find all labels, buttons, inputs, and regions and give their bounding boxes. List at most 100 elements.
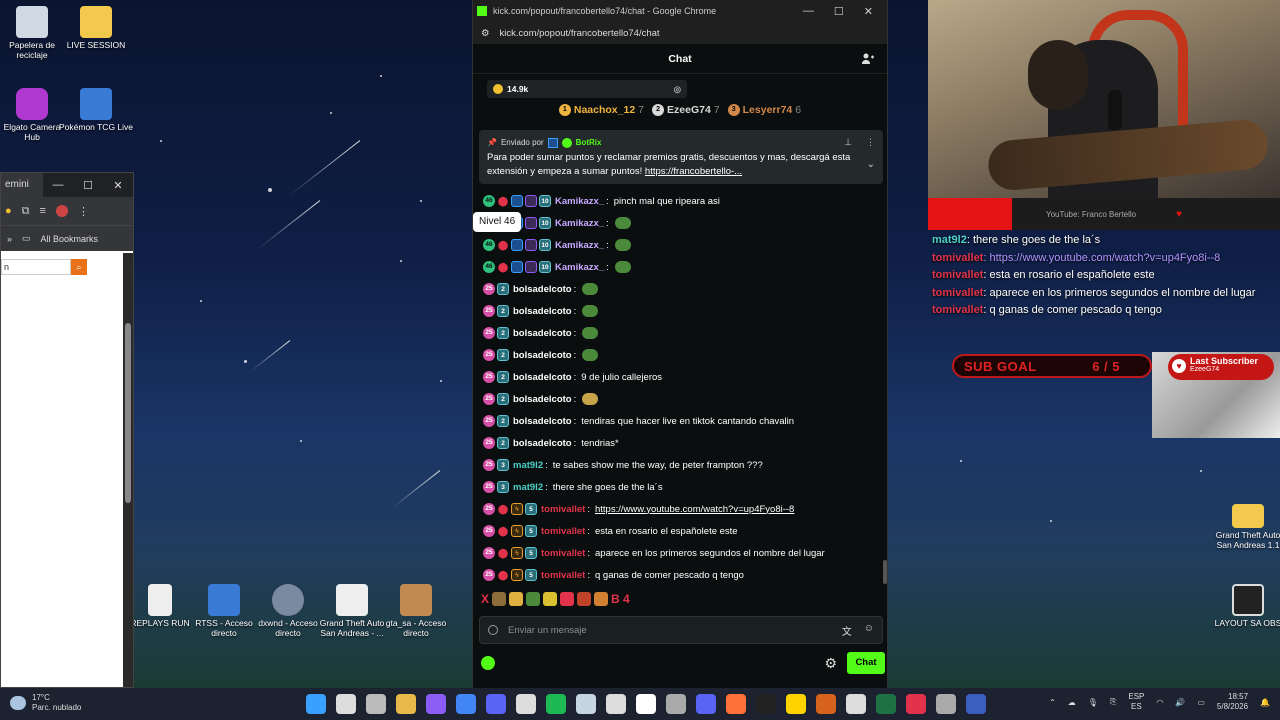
username[interactable]: bolsadelcoto <box>513 328 572 339</box>
all-bookmarks-link[interactable]: All Bookmarks <box>41 234 99 244</box>
taskbar-app-icon[interactable] <box>336 694 356 714</box>
chat-message[interactable]: 25 2 bolsadelcoto: tendrias* <box>483 432 879 454</box>
minimize-button[interactable]: — <box>803 5 814 18</box>
taskbar-app-icon[interactable] <box>396 694 416 714</box>
emote[interactable] <box>594 592 609 606</box>
desktop-icon-layout-obs[interactable]: LAYOUT SA OBS <box>1211 584 1280 629</box>
menu-icon[interactable]: ⋮ <box>78 205 89 218</box>
more-options-icon[interactable]: ⋮ <box>866 136 875 149</box>
username[interactable]: bolsadelcoto <box>513 306 572 317</box>
emote[interactable] <box>614 217 631 229</box>
chat-message[interactable]: 25 2 bolsadelcoto: <box>483 278 879 300</box>
desktop-icon-live-session[interactable]: LIVE SESSION <box>59 6 133 51</box>
chat-message[interactable]: 46 ⬤ 10 Kamikazx_: pinch mal que ripeara asi <box>483 190 879 212</box>
username[interactable]: mat9l2 <box>513 482 543 493</box>
username[interactable]: bolsadelcoto <box>513 284 572 295</box>
emote[interactable] <box>614 239 631 251</box>
wifi-icon[interactable]: ◠ <box>1156 698 1163 707</box>
taskbar-app-icon[interactable] <box>876 694 896 714</box>
taskbar-app-icon[interactable] <box>516 694 536 714</box>
scrollbar-thumb[interactable] <box>125 323 131 503</box>
search-input[interactable]: n <box>1 259 71 275</box>
close-button[interactable]: ✕ <box>864 5 873 18</box>
username[interactable]: Kamikazx_ <box>555 262 604 273</box>
site-info-icon[interactable]: ⚙ <box>481 28 490 39</box>
url-text[interactable]: kick.com/popout/francobertello74/chat <box>500 28 660 39</box>
chevron-down-icon[interactable]: ⌄ <box>867 158 875 173</box>
username[interactable]: bolsadelcoto <box>513 416 572 427</box>
emote[interactable] <box>526 592 541 606</box>
username[interactable]: tomivallet <box>541 504 585 515</box>
username[interactable]: Kamikazx_ <box>555 196 604 207</box>
chevron-right-icon[interactable]: » <box>7 234 12 244</box>
avatar[interactable] <box>55 205 68 217</box>
message-link[interactable]: https://www.youtube.com/watch?v=up4Fyo8i… <box>595 504 794 515</box>
taskbar-app-icon[interactable] <box>696 694 716 714</box>
kick-points-icon[interactable] <box>481 656 495 670</box>
taskbar-app-icon[interactable] <box>756 694 776 714</box>
users-icon[interactable] <box>861 52 875 66</box>
mic-icon[interactable]: 🎙 <box>1088 698 1098 707</box>
level-badge[interactable]: 25 <box>483 327 495 339</box>
cloud-icon[interactable]: ☁ <box>1068 698 1076 707</box>
emote[interactable] <box>582 393 599 405</box>
taskbar-app-icon[interactable] <box>486 694 506 714</box>
desktop-icon-gta-sa[interactable]: Grand Theft Auto San Andreas - ... <box>315 584 389 639</box>
level-badge[interactable]: 25 <box>483 437 495 449</box>
chat-message[interactable]: 25 2 bolsadelcoto: <box>483 388 879 410</box>
emote[interactable] <box>560 592 575 606</box>
taskbar-app-icon[interactable] <box>306 694 326 714</box>
username[interactable]: bolsadelcoto <box>513 372 572 383</box>
taskbar-app-icon[interactable] <box>666 694 686 714</box>
taskbar-app-icon[interactable] <box>846 694 866 714</box>
gifter-1[interactable]: 1 Naachox_12 7 <box>558 104 644 116</box>
desktop-icon-replays[interactable]: REPLAYS RUN <box>123 584 197 629</box>
chat-message[interactable]: 25 2 bolsadelcoto: <box>483 344 879 366</box>
chat-message[interactable]: 25 ⬤ ϟ 5 tomivallet: q ganas de comer pescado… <box>483 564 879 586</box>
level-badge[interactable]: 25 <box>483 481 495 493</box>
notifications-icon[interactable]: 🔔 <box>1260 698 1270 707</box>
level-badge[interactable]: 25 <box>483 393 495 405</box>
chat-message[interactable]: 25 3 mat9l2: te sabes show me the way, de p… <box>483 454 879 476</box>
desktop-icon-gta-folder[interactable]: Grand Theft Auto San Andreas 1.1 <box>1211 504 1280 551</box>
battery-icon[interactable]: ▭ <box>1197 698 1205 707</box>
unpin-icon[interactable]: ⊥ <box>844 136 852 149</box>
emote[interactable] <box>492 592 507 606</box>
taskbar-app-icon[interactable] <box>936 694 956 714</box>
minimize-button[interactable]: — <box>43 179 73 191</box>
level-badge[interactable]: 25 <box>483 569 495 581</box>
kick-chat-window[interactable]: kick.com/popout/francobertello74/chat - … <box>472 0 888 688</box>
close-button[interactable]: ✕ <box>103 179 133 192</box>
search-button[interactable]: ⌕ <box>71 259 87 275</box>
username[interactable]: mat9l2 <box>513 460 543 471</box>
puzzle-icon[interactable]: ⧉ <box>22 205 30 218</box>
desktop-icon-gta-sa-exe[interactable]: gta_sa - Acceso directo <box>379 584 453 639</box>
chat-message[interactable]: 25 2 bolsadelcoto:9 de julio callejeros <box>483 366 879 388</box>
level-badge[interactable]: 25 <box>483 503 495 515</box>
desktop-icon-rtss[interactable]: RTSS - Acceso directo <box>187 584 261 639</box>
desktop-icon-dxwnd[interactable]: dxwnd - Acceso directo <box>251 584 325 639</box>
level-badge[interactable]: 25 <box>483 525 495 537</box>
taskbar-app-icon[interactable] <box>786 694 806 714</box>
taskbar-app-icon[interactable] <box>426 694 446 714</box>
taskbar-app-icon[interactable] <box>726 694 746 714</box>
username[interactable]: tomivallet <box>541 548 585 559</box>
emote[interactable] <box>614 261 631 273</box>
level-badge[interactable]: 25 <box>483 415 495 427</box>
chat-scrollbar[interactable] <box>883 560 887 584</box>
gifter-2[interactable]: 2 EzeeG74 7 <box>652 104 720 116</box>
username[interactable]: Kamikazx_ <box>555 218 604 229</box>
level-badge[interactable]: 25 <box>483 283 495 295</box>
message-input[interactable]: Enviar un mensaje 文 ☺ <box>479 616 883 644</box>
taskbar-app-icon[interactable] <box>456 694 476 714</box>
extension-icon[interactable]: ● <box>5 205 12 217</box>
username[interactable]: tomivallet <box>541 526 585 537</box>
weather-widget[interactable]: 17°C Parc. nublado <box>10 693 81 712</box>
username[interactable]: tomivallet <box>541 570 585 581</box>
chat-message[interactable]: 25 2 bolsadelcoto: tendiras que hacer live … <box>483 410 879 432</box>
taskbar-app-icon[interactable] <box>546 694 566 714</box>
username[interactable]: Kamikazx_ <box>555 240 604 251</box>
maximize-button[interactable]: ☐ <box>834 5 844 18</box>
translate-icon[interactable]: 文 <box>842 623 852 638</box>
desktop-icon-pokemon[interactable]: Pokémon TCG Live <box>59 88 133 133</box>
